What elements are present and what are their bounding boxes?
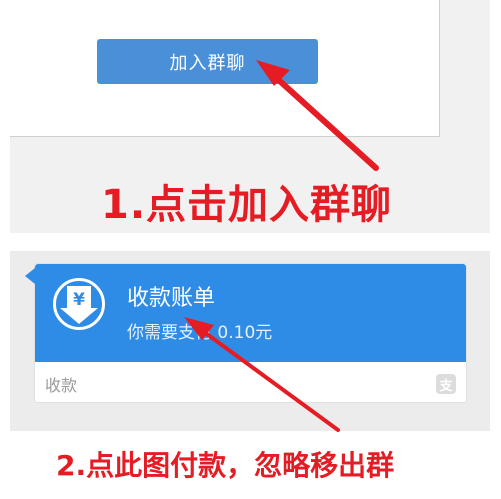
bill-header: ¥ 收款账单 你需要支付 0.10元 [35,264,466,362]
svg-text:¥: ¥ [73,290,85,310]
bill-amount-text: 你需要支付 0.10元 [127,323,273,343]
yen-down-arrow-icon: ¥ [53,278,105,330]
step1-instruction: 1.点击加入群聊 [101,182,393,228]
footer-label: 收款 [45,376,78,395]
join-group-button[interactable]: 加入群聊 [97,39,318,84]
join-group-card: 加入群聊 [10,0,440,137]
step2-instruction: 2.点此图付款，忽略移出群 [56,449,395,482]
bill-title: 收款账单 [127,286,216,311]
bill-footer: 收款 支 [35,372,466,402]
payment-bill-card[interactable]: ¥ 收款账单 你需要支付 0.10元 收款 支 [25,263,467,403]
alipay-icon: 支 [436,374,456,394]
bubble-notch [25,268,35,284]
payment-panel: ¥ 收款账单 你需要支付 0.10元 收款 支 [10,251,490,431]
